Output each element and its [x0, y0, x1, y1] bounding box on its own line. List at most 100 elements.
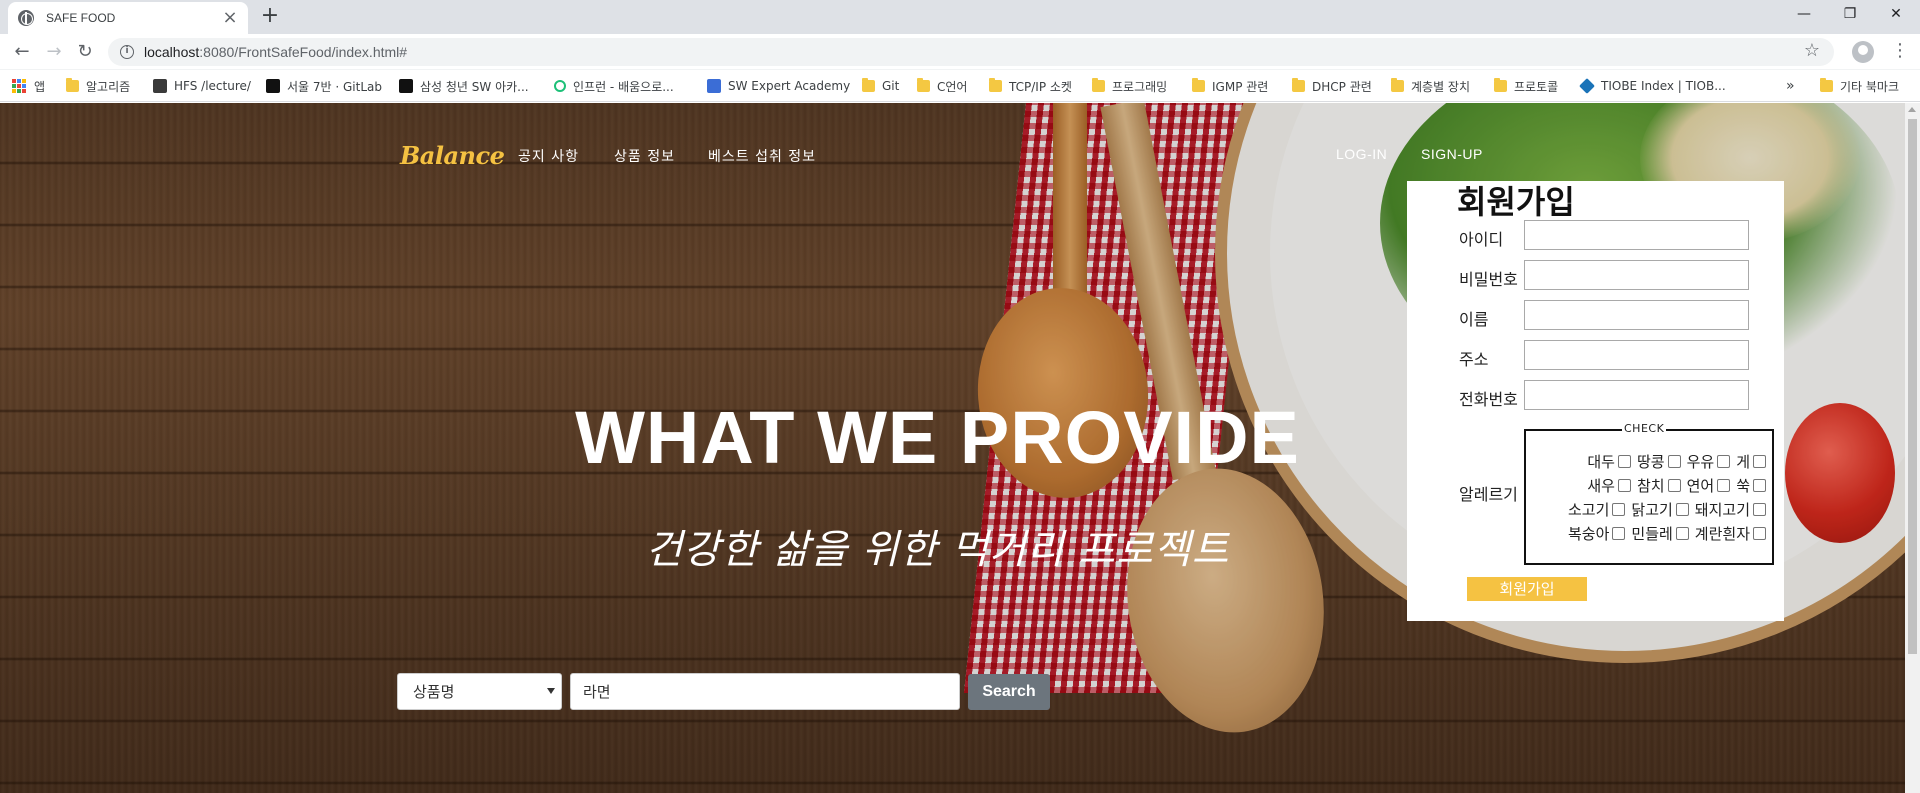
- scrollbar-thumb[interactable]: [1908, 119, 1917, 654]
- bookmark-dhcp[interactable]: DHCP 관련: [1292, 77, 1372, 95]
- folder-icon: [917, 78, 930, 92]
- folder-icon: [1092, 78, 1105, 92]
- bookmark-tiobe[interactable]: TIOBE Index | TIOB...: [1579, 77, 1726, 95]
- bookmark-label: IGMP 관련: [1212, 79, 1269, 94]
- close-tab-icon[interactable]: ×: [222, 9, 238, 27]
- minimize-button[interactable]: —: [1781, 0, 1827, 30]
- bookmark-other[interactable]: 기타 북마크: [1820, 77, 1899, 95]
- bookmark-tcpip[interactable]: TCP/IP 소켓: [989, 77, 1072, 95]
- bookmark-label: SW Expert Academy: [728, 79, 851, 93]
- allergy-option-beef[interactable]: 소고기: [1568, 499, 1626, 520]
- checkbox[interactable]: [1667, 479, 1681, 492]
- nav-link-notice[interactable]: 공지 사항: [518, 146, 579, 166]
- restore-button[interactable]: ❐: [1827, 0, 1873, 30]
- allergy-option-milk[interactable]: 우유: [1687, 451, 1731, 472]
- password-field[interactable]: [1524, 260, 1749, 290]
- phone-field[interactable]: [1524, 380, 1749, 410]
- bookmark-label: 서울 7반 · GitLab: [287, 79, 383, 94]
- search-category-select[interactable]: 상품명: [397, 673, 562, 710]
- allergy-option-egg-white[interactable]: 계란흰자: [1695, 523, 1766, 544]
- menu-icon[interactable]: ⋮: [1890, 40, 1910, 64]
- bookmark-programming[interactable]: 프로그래밍: [1092, 77, 1167, 95]
- page-scrollbar[interactable]: [1905, 103, 1920, 793]
- bookmark-apps[interactable]: 앱: [12, 77, 45, 95]
- allergy-option-label: 닭고기: [1631, 501, 1673, 519]
- signup-submit-button[interactable]: 회원가입: [1467, 577, 1587, 601]
- address-bar[interactable]: i localhost :8080/FrontSafeFood/index.ht…: [108, 38, 1834, 66]
- checkbox[interactable]: [1675, 527, 1689, 540]
- bookmark-git[interactable]: Git: [862, 77, 899, 95]
- checkbox[interactable]: [1617, 479, 1631, 492]
- allergy-option-peach[interactable]: 복숭아: [1568, 523, 1626, 544]
- allergy-option-mugwort[interactable]: 쑥: [1736, 475, 1766, 496]
- address-field[interactable]: [1524, 340, 1749, 370]
- login-link[interactable]: LOG-IN: [1336, 146, 1387, 162]
- close-window-button[interactable]: ✕: [1873, 0, 1919, 30]
- checkbox[interactable]: [1753, 503, 1766, 516]
- id-field[interactable]: [1524, 220, 1749, 250]
- name-field[interactable]: [1524, 300, 1749, 330]
- back-button[interactable]: ←: [10, 40, 34, 64]
- checkbox[interactable]: [1612, 503, 1626, 516]
- browser-tab[interactable]: SAFE FOOD ×: [8, 2, 248, 34]
- nav-link-products[interactable]: 상품 정보: [614, 146, 675, 166]
- gitlab-icon: [266, 79, 280, 93]
- checkbox[interactable]: [1617, 455, 1631, 468]
- signup-panel: 회원가입 아이디 비밀번호 이름 주소 전화번호 알레르기 CHECK 대두 땅…: [1407, 181, 1784, 621]
- bookmark-gitlab[interactable]: 서울 7반 · GitLab: [266, 77, 382, 95]
- checkbox[interactable]: [1675, 503, 1689, 516]
- folder-icon: [862, 78, 875, 92]
- url-path: :8080/FrontSafeFood/index.html#: [199, 44, 408, 60]
- allergy-option-dandelion[interactable]: 민들레: [1631, 523, 1689, 544]
- brand-logo[interactable]: Balance: [400, 141, 505, 170]
- checkbox[interactable]: [1612, 527, 1626, 540]
- allergy-option-soybean[interactable]: 대두: [1587, 451, 1631, 472]
- signup-link[interactable]: SIGN-UP: [1421, 146, 1483, 162]
- bookmark-layers[interactable]: 계층별 장치: [1391, 77, 1470, 95]
- checkbox[interactable]: [1717, 455, 1731, 468]
- checkbox[interactable]: [1717, 479, 1731, 492]
- scroll-up-icon[interactable]: [1908, 107, 1916, 112]
- search-button[interactable]: Search: [968, 674, 1050, 710]
- reload-button[interactable]: ↻: [73, 40, 97, 64]
- bookmark-label: C언어: [937, 79, 968, 94]
- ssafy-icon: [399, 79, 413, 93]
- allergy-option-peanut[interactable]: 땅콩: [1637, 451, 1681, 472]
- bookmark-label: 프로그래밍: [1112, 79, 1168, 94]
- bookmark-ssafy[interactable]: 삼성 청년 SW 아카...: [399, 77, 529, 95]
- new-tab-button[interactable]: +: [258, 5, 282, 29]
- folder-icon: [1391, 78, 1404, 92]
- bookmark-star-icon[interactable]: ☆: [1804, 40, 1820, 61]
- bookmark-igmp[interactable]: IGMP 관련: [1192, 77, 1268, 95]
- globe-icon: [18, 10, 34, 26]
- nav-link-best-intake[interactable]: 베스트 섭취 정보: [708, 146, 816, 166]
- allergy-row: 복숭아 민들레 계란흰자: [1562, 523, 1766, 544]
- forward-button[interactable]: →: [42, 40, 66, 64]
- bookmarks-overflow-button[interactable]: »: [1786, 77, 1795, 95]
- allergy-option-label: 쑥: [1736, 477, 1750, 495]
- profile-avatar-icon[interactable]: [1852, 41, 1874, 63]
- checkbox[interactable]: [1753, 455, 1766, 468]
- checkbox[interactable]: [1753, 479, 1766, 492]
- bookmark-algorithm[interactable]: 알고리즘: [66, 77, 130, 95]
- allergy-option-crab[interactable]: 게: [1736, 451, 1766, 472]
- bookmark-protocol[interactable]: 프로토콜: [1494, 77, 1558, 95]
- folder-icon: [1192, 78, 1205, 92]
- info-icon[interactable]: i: [120, 45, 134, 59]
- bookmark-swea[interactable]: SW Expert Academy: [707, 77, 850, 95]
- id-label: 아이디: [1459, 230, 1504, 249]
- allergy-option-pork[interactable]: 돼지고기: [1695, 499, 1766, 520]
- allergy-option-salmon[interactable]: 연어: [1687, 475, 1731, 496]
- search-input[interactable]: [570, 673, 960, 710]
- checkbox[interactable]: [1753, 527, 1766, 540]
- bookmark-label: TIOBE Index | TIOB...: [1601, 79, 1726, 93]
- checkbox[interactable]: [1667, 455, 1681, 468]
- bookmark-c[interactable]: C언어: [917, 77, 967, 95]
- inflearn-icon: [554, 80, 566, 92]
- allergy-option-tuna[interactable]: 참치: [1637, 475, 1681, 496]
- bookmark-inflearn[interactable]: 인프런 - 배움으로...: [554, 77, 674, 95]
- allergy-option-shrimp[interactable]: 새우: [1587, 475, 1631, 496]
- allergy-option-chicken[interactable]: 닭고기: [1631, 499, 1689, 520]
- folder-icon: [1494, 78, 1507, 92]
- bookmark-hfs[interactable]: HFS /lecture/: [153, 77, 251, 95]
